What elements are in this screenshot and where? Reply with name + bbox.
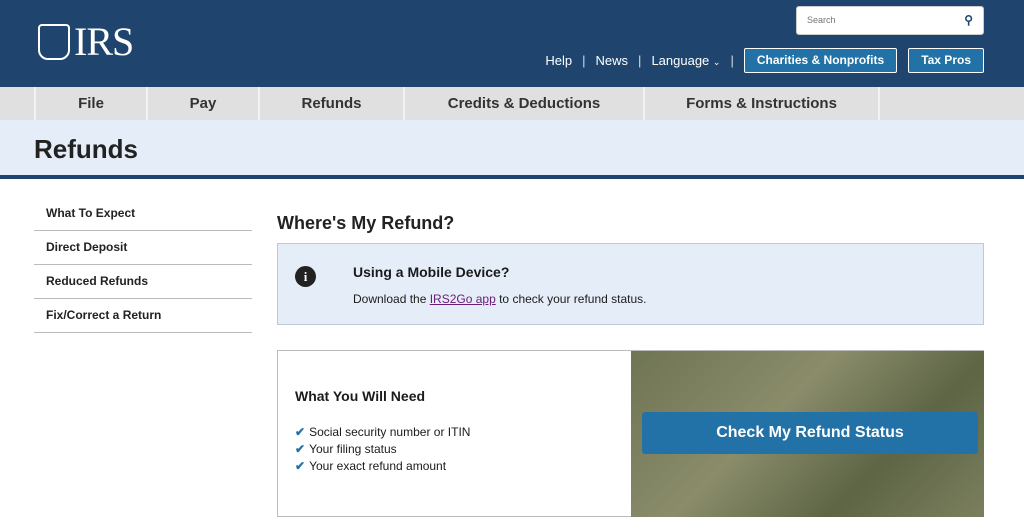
- refund-card: What You Will Need ✔ Social security numb…: [277, 350, 984, 517]
- check-icon: ✔: [295, 442, 306, 456]
- help-link[interactable]: Help: [545, 53, 572, 68]
- check-refund-status-button[interactable]: Check My Refund Status: [642, 412, 978, 454]
- utility-nav: Help | News | Language ⌄ | Charities & Nonp…: [545, 47, 1024, 73]
- list-item-text: Your exact refund amount: [309, 459, 447, 473]
- sidebar: What To Expect Direct Deposit Reduced Re…: [34, 197, 252, 333]
- eagle-icon: [38, 23, 70, 60]
- nav-refunds[interactable]: Refunds: [258, 87, 403, 120]
- charities-button[interactable]: Charities & Nonprofits: [743, 47, 898, 73]
- section-title: Where's My Refund?: [277, 213, 455, 233]
- list-item: ✔ Your exact refund amount: [295, 458, 470, 475]
- nav-divider: [878, 87, 880, 120]
- chevron-down-icon: ⌄: [712, 56, 721, 67]
- language-label: Language: [651, 52, 710, 68]
- need-list: ✔ Social security number or ITIN ✔ Your fi…: [295, 424, 470, 475]
- sidebar-item-reduced-refunds[interactable]: Reduced Refunds: [34, 265, 252, 299]
- list-item-text: Social security number or ITIN: [309, 425, 471, 439]
- search-icon[interactable]: ⚲: [964, 13, 973, 27]
- sidebar-item-what-to-expect[interactable]: What To Expect: [34, 197, 252, 231]
- logo-text: IRS: [74, 19, 134, 64]
- search-box: ⚲: [796, 6, 984, 35]
- nav-file[interactable]: File: [34, 87, 146, 120]
- page-title-band: Refunds: [0, 120, 1024, 179]
- sidebar-item-fix-correct[interactable]: Fix/Correct a Return: [34, 299, 252, 333]
- list-item-text: Your filing status: [309, 442, 397, 456]
- irs2go-link[interactable]: IRS2Go app: [430, 292, 496, 306]
- nav-forms-instructions[interactable]: Forms & Instructions: [643, 87, 878, 120]
- list-item: ✔ Social security number or ITIN: [295, 424, 470, 441]
- check-icon: ✔: [295, 425, 306, 439]
- capitol-currency-image: Check My Refund Status: [631, 351, 984, 517]
- info-icon: i: [295, 266, 316, 287]
- sidebar-item-direct-deposit[interactable]: Direct Deposit: [34, 231, 252, 265]
- list-item: ✔ Your filing status: [295, 441, 470, 458]
- page-title: Refunds: [34, 134, 138, 164]
- main-nav: File Pay Refunds Credits & Deductions Fo…: [0, 87, 1024, 120]
- news-link[interactable]: News: [596, 53, 629, 68]
- alert-title: Using a Mobile Device?: [353, 264, 510, 280]
- alert-text-before: Download the: [353, 292, 430, 306]
- irs-logo[interactable]: IRS: [38, 18, 134, 65]
- site-header: IRS ⚲ Help| News| Language ⌄| Charities …: [0, 0, 1024, 87]
- mobile-alert: i Using a Mobile Device? Download the IR…: [277, 243, 984, 325]
- alert-text-after: to check your refund status.: [495, 292, 647, 306]
- alert-text: Download the IRS2Go app to check your re…: [353, 292, 647, 306]
- tax-pros-button[interactable]: Tax Pros: [908, 47, 984, 73]
- nav-credits-deductions[interactable]: Credits & Deductions: [403, 87, 643, 120]
- language-dropdown[interactable]: Language ⌄: [651, 53, 720, 68]
- check-icon: ✔: [295, 459, 306, 473]
- search-input[interactable]: [807, 7, 957, 33]
- nav-pay[interactable]: Pay: [146, 87, 258, 120]
- need-title: What You Will Need: [295, 388, 426, 404]
